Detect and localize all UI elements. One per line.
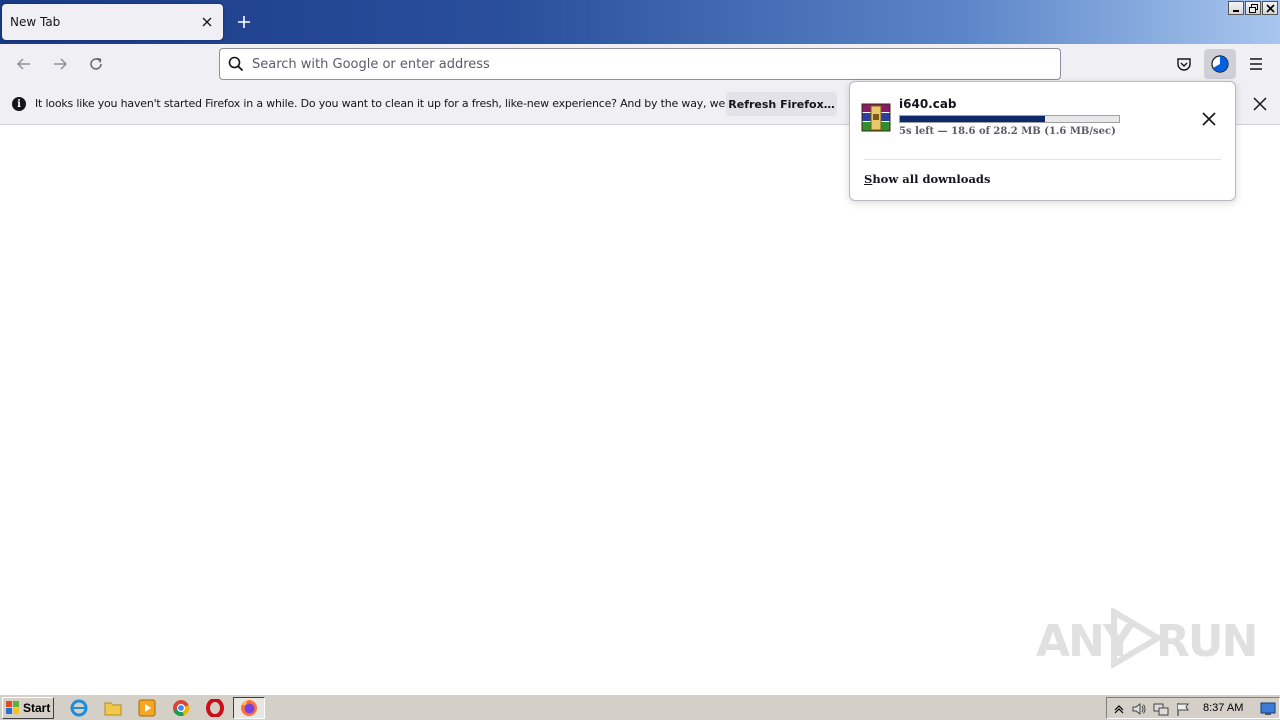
download-progress-fill [900,116,1045,122]
reload-icon [90,57,102,70]
windows-logo-icon [6,701,19,714]
show-all-downloads-link[interactable]: Show all downloads [864,172,990,186]
back-arrow-icon [16,58,30,70]
reload-button[interactable] [82,50,110,78]
forward-button[interactable] [46,50,74,78]
watermark-right-text: RUN [1156,616,1258,667]
firefox-icon [241,700,257,716]
start-label: Start [23,701,51,715]
anyrun-watermark: ANY RUN [1036,606,1258,670]
minimize-button[interactable] [1228,1,1244,15]
opera-icon[interactable] [205,698,225,718]
tab-close-icon[interactable] [197,12,217,32]
hamburger-menu-icon [1250,58,1262,70]
taskbar: Start 8:37 AM [0,694,1280,720]
nav-toolbar [0,44,1280,84]
back-button[interactable] [10,50,38,78]
pocket-button[interactable] [1170,50,1198,78]
volume-icon[interactable] [1131,701,1147,717]
system-tray: 8:37 AM [1106,697,1280,719]
tab-title: New Tab [10,15,61,29]
download-progress-bar [899,115,1120,123]
close-window-button[interactable] [1262,1,1278,15]
tab-new-tab[interactable]: New Tab [2,4,223,40]
pocket-icon [1177,58,1191,71]
downloads-panel: i640.cab 5s left — 18.6 of 28.2 MB (1.6 … [849,81,1236,201]
new-tab-button[interactable] [232,10,256,34]
show-hidden-icons-icon[interactable] [1111,701,1127,717]
chrome-icon[interactable] [171,698,191,718]
menu-button[interactable] [1242,50,1270,78]
url-input[interactable] [252,54,1042,74]
refresh-firefox-button[interactable]: Refresh Firefox… [726,92,837,116]
url-bar[interactable] [219,48,1061,80]
show-all-label: how all downloads [872,172,991,186]
media-player-icon[interactable] [137,698,157,718]
search-icon [228,56,244,75]
notification-close-icon[interactable] [1250,94,1270,114]
notification-message: It looks like you haven't started Firefo… [35,97,791,110]
action-center-flag-icon[interactable] [1175,701,1191,717]
cancel-download-icon[interactable] [1197,107,1221,131]
title-bar: New Tab [0,0,1280,44]
plus-icon [238,16,250,28]
network-icon[interactable] [1153,701,1169,717]
start-button[interactable]: Start [2,697,54,719]
taskbar-clock[interactable]: 8:37 AM [1203,702,1243,714]
panel-divider [864,159,1221,160]
taskbar-firefox-button[interactable] [233,697,265,719]
info-icon: i [12,97,26,111]
downloads-button[interactable] [1204,49,1236,79]
folder-icon[interactable] [103,698,123,718]
download-filename: i640.cab [899,97,957,111]
restore-button[interactable] [1245,1,1261,15]
internet-explorer-icon[interactable] [69,698,89,718]
show-desktop-icon[interactable] [1259,701,1277,717]
download-status: 5s left — 18.6 of 28.2 MB (1.6 MB/sec) [899,126,1116,137]
download-progress-icon [1211,55,1229,73]
forward-arrow-icon [54,58,68,70]
winrar-archive-icon [860,102,892,134]
window-controls [1228,1,1278,15]
